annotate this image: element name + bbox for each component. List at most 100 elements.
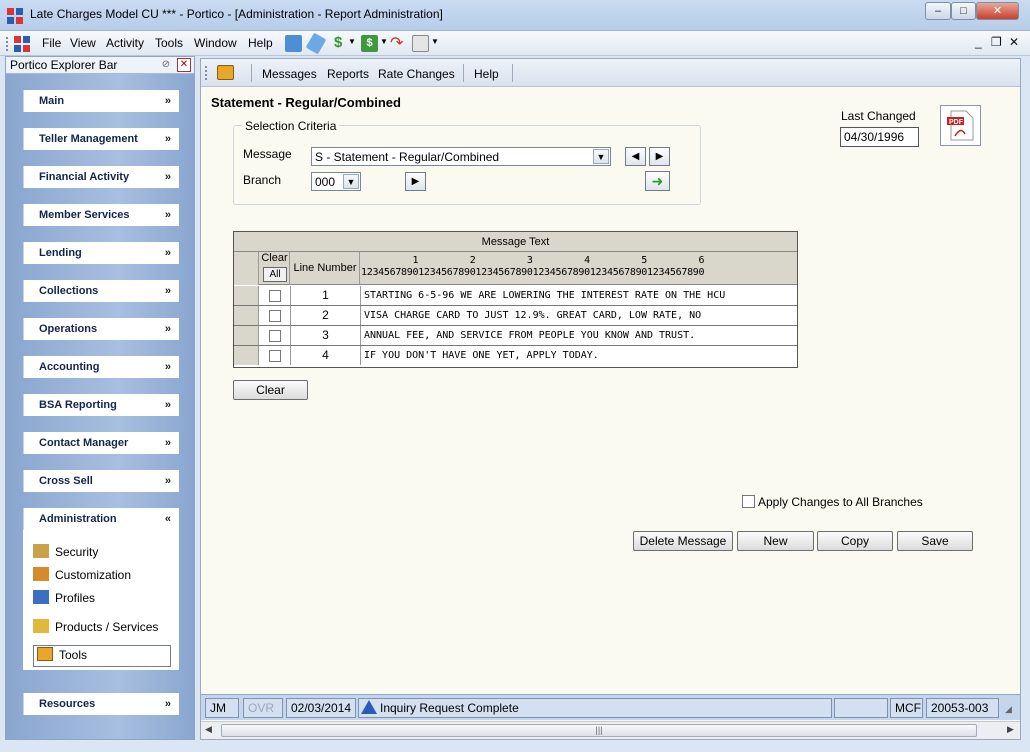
- section-cross-sell[interactable]: Cross Sell »: [23, 470, 179, 492]
- section-contact-manager[interactable]: Contact Manager »: [23, 432, 179, 454]
- message-line-text[interactable]: VISA CHARGE CARD TO JUST 12.9%. GREAT CA…: [364, 306, 701, 325]
- doc-menu-rate-changes[interactable]: Rate Changes: [378, 67, 455, 81]
- save-button[interactable]: Save: [897, 531, 973, 551]
- section-teller-management[interactable]: Teller Management »: [23, 128, 179, 150]
- row-selector[interactable]: [234, 326, 259, 345]
- horizontal-scrollbar[interactable]: ◀ ||| ▶: [201, 721, 1020, 739]
- explorer-header: Portico Explorer Bar ⊘ ✕: [6, 57, 194, 74]
- tools-icon: [37, 647, 53, 661]
- apply-all-branches-label[interactable]: Apply Changes to All Branches: [758, 495, 923, 509]
- scroll-thumb[interactable]: |||: [221, 724, 977, 737]
- cash-icon[interactable]: $: [361, 35, 378, 52]
- next-branch-button[interactable]: ▶: [405, 172, 426, 191]
- scroll-left-icon[interactable]: ◀: [205, 724, 212, 735]
- mdi-restore-button[interactable]: ❐: [991, 35, 1002, 49]
- toolbar-separator: [512, 64, 513, 82]
- menu-file[interactable]: File: [42, 36, 61, 50]
- admin-item-profiles[interactable]: Profiles: [33, 589, 95, 607]
- admin-item-customization[interactable]: Customization: [33, 566, 131, 584]
- menu-view[interactable]: View: [70, 36, 96, 50]
- menu-window[interactable]: Window: [194, 36, 237, 50]
- scroll-right-icon[interactable]: ▶: [1007, 724, 1014, 735]
- section-operations[interactable]: Operations »: [23, 318, 179, 340]
- section-financial-activity[interactable]: Financial Activity »: [23, 166, 179, 188]
- clear-line-checkbox[interactable]: [269, 310, 281, 322]
- close-button[interactable]: ✕: [976, 2, 1019, 20]
- maximize-button[interactable]: □: [951, 2, 976, 20]
- next-message-button[interactable]: ▶: [649, 147, 670, 166]
- clear-line-checkbox[interactable]: [269, 350, 281, 362]
- go-arrow-button[interactable]: ➜: [645, 171, 670, 191]
- admin-item-security[interactable]: Security: [33, 543, 98, 561]
- members-icon[interactable]: [285, 35, 302, 52]
- doc-menu-help[interactable]: Help: [474, 67, 499, 81]
- status-empty: [834, 698, 888, 718]
- expand-icon: »: [164, 475, 171, 487]
- clear-line-checkbox[interactable]: [269, 290, 281, 302]
- collapse-icon: «: [164, 513, 171, 525]
- products-services-icon: [33, 619, 49, 633]
- clear-cell: [260, 346, 291, 365]
- copy-button[interactable]: Copy: [817, 531, 893, 551]
- menu-help[interactable]: Help: [248, 36, 273, 50]
- explorer-close-button[interactable]: ✕: [177, 58, 191, 72]
- tools-icon[interactable]: [217, 65, 234, 80]
- clear-column-label: Clear: [261, 252, 288, 264]
- chevron-down-icon[interactable]: ▼: [431, 37, 439, 46]
- admin-item-tools[interactable]: Tools: [33, 645, 171, 667]
- clear-button[interactable]: Clear: [233, 380, 308, 400]
- message-select[interactable]: S - Statement - Regular/Combined ▼: [311, 147, 611, 166]
- card-icon[interactable]: [305, 32, 327, 55]
- app-logo-icon[interactable]: [14, 36, 30, 52]
- message-line-text[interactable]: IF YOU DON'T HAVE ONE YET, APPLY TODAY.: [364, 346, 599, 365]
- previous-message-button[interactable]: ◀: [625, 147, 646, 166]
- section-label: Collections: [39, 285, 99, 297]
- section-resources[interactable]: Resources »: [23, 693, 179, 715]
- section-collections[interactable]: Collections »: [23, 280, 179, 302]
- line-number: 2: [291, 306, 361, 325]
- minimize-button[interactable]: –: [925, 2, 951, 20]
- line-number-header: Line Number: [291, 252, 360, 285]
- row-selector[interactable]: [234, 286, 259, 305]
- chevron-down-icon[interactable]: ▼: [343, 174, 359, 189]
- new-button[interactable]: New: [737, 531, 814, 551]
- message-line-text[interactable]: ANNUAL FEE, AND SERVICE FROM PEOPLE YOU …: [364, 326, 695, 345]
- expand-icon: »: [164, 399, 171, 411]
- section-main[interactable]: Main »: [23, 90, 179, 112]
- section-label: Accounting: [39, 361, 100, 373]
- resize-grip-icon: ◢: [1005, 704, 1012, 714]
- administration-panel: Security Customization Profiles Products…: [23, 530, 179, 670]
- delete-message-button[interactable]: Delete Message: [633, 531, 733, 551]
- section-accounting[interactable]: Accounting »: [23, 356, 179, 378]
- mdi-minimize-button[interactable]: _: [975, 35, 982, 49]
- section-lending[interactable]: Lending »: [23, 242, 179, 264]
- clear-all-button[interactable]: All: [263, 267, 287, 282]
- admin-item-label: Tools: [59, 648, 88, 662]
- section-administration[interactable]: Administration «: [23, 508, 179, 530]
- redo-arrow-icon[interactable]: ↷: [390, 33, 403, 53]
- menu-activity[interactable]: Activity: [106, 36, 144, 50]
- status-code: 20053-003: [926, 698, 999, 718]
- dollar-icon[interactable]: $: [334, 34, 342, 51]
- chevron-down-icon[interactable]: ▼: [348, 37, 356, 46]
- last-changed-label: Last Changed: [841, 109, 916, 123]
- section-bsa-reporting[interactable]: BSA Reporting »: [23, 394, 179, 416]
- admin-item-products-services[interactable]: Products / Services: [33, 618, 158, 636]
- doc-menu-messages[interactable]: Messages: [262, 67, 317, 81]
- row-selector[interactable]: [234, 346, 259, 365]
- chevron-down-icon[interactable]: ▼: [380, 37, 388, 46]
- row-selector[interactable]: [234, 306, 259, 325]
- apply-all-branches-checkbox[interactable]: [742, 495, 755, 508]
- printer-icon[interactable]: [412, 35, 429, 52]
- branch-select[interactable]: 000 ▼: [311, 172, 361, 191]
- status-date: 02/03/2014: [286, 698, 356, 718]
- section-member-services[interactable]: Member Services »: [23, 204, 179, 226]
- pdf-button[interactable]: PDF: [940, 105, 981, 146]
- menu-tools[interactable]: Tools: [155, 36, 183, 50]
- message-line-text[interactable]: STARTING 6-5-96 WE ARE LOWERING THE INTE…: [364, 286, 725, 305]
- chevron-down-icon[interactable]: ▼: [593, 149, 609, 164]
- clear-line-checkbox[interactable]: [269, 330, 281, 342]
- doc-menu-reports[interactable]: Reports: [327, 67, 369, 81]
- pin-icon[interactable]: ⊘: [159, 59, 173, 71]
- mdi-close-button[interactable]: ✕: [1009, 35, 1019, 49]
